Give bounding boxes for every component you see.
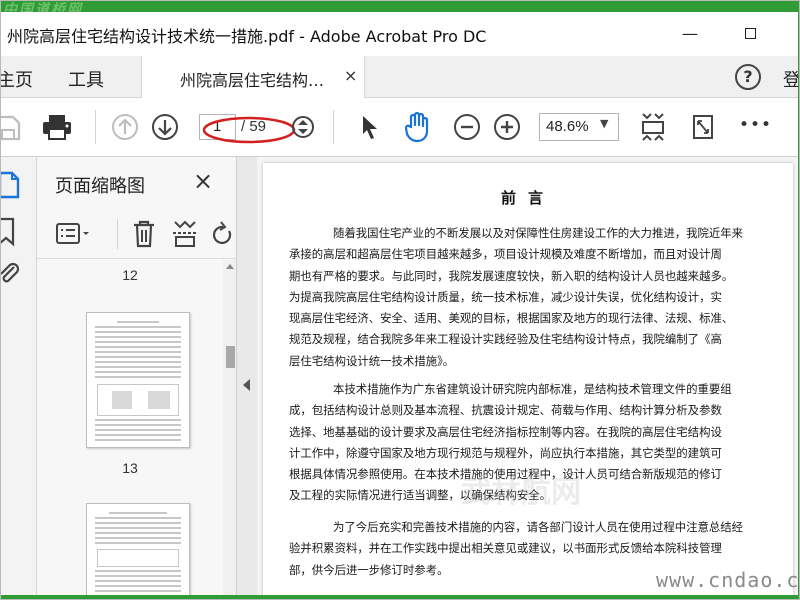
thumbnail-page[interactable] [86,312,190,448]
tab-bar: 主页 工具 州院高层住宅结构… × ? 登录 [1,56,799,98]
save-icon[interactable] [0,113,21,141]
watermark-center: 武林航网 [461,475,581,510]
toolbar-separator [333,110,334,144]
text-line: 为提高我院高层住宅结构设计质量，统一技术标准，减少设计失误，优化结构设计，实 [289,289,722,304]
select-tool-icon[interactable] [357,113,383,141]
minimize-button[interactable]: — [675,24,705,44]
document-heading: 前言 [500,189,555,207]
page-thumbnails-panel: 页面缩略图 × 12 13 [37,157,237,599]
panel-splitter[interactable] [237,157,257,599]
text-line: 为了今后充实和完善技术措施的内容，请各部门设计人员在使用过程中注意总结经 [333,520,744,534]
close-panel-button[interactable]: × [193,167,213,195]
chevron-down-icon: ▼ [600,117,609,130]
bookmark-icon[interactable] [0,217,19,247]
left-navigation-rail [0,157,37,599]
window-title: 州院高层住宅结构设计技术统一措施.pdf - Adobe Acrobat Pro… [7,27,487,46]
tab-home[interactable]: 主页 [1,66,33,92]
text-line: 计工作中，除遵守国家及地方现行规范与规程外，尚应执行本措施，其它类型的建筑可 [289,445,722,460]
toolbar-separator [117,219,118,249]
help-button[interactable]: ? [735,64,761,90]
text-line: 验并积累资料，并在工作实践中提出相关意见或建议，以书面形式反馈给本院科技管理 [289,541,722,556]
main-toolbar: 1 / 59 48.6% ▼ ••• [0,98,799,157]
scrollbar-thumb[interactable] [226,346,235,368]
zoom-level-select[interactable]: 48.6% ▼ [539,113,619,141]
options-menu-icon[interactable] [55,221,95,247]
tab-document[interactable]: 州院高层住宅结构… × [141,56,365,98]
document-view[interactable]: 前言 随着我国住宅产业的不断发展以及对保障性住房建设工作的大力推进，我院近年来 … [257,157,799,599]
split-pages-icon[interactable] [171,219,199,249]
thumbnail-page[interactable] [86,503,190,599]
thumbnail-page-number: 12 [122,267,138,283]
tab-tools[interactable]: 工具 [68,66,104,92]
maximize-button[interactable] [735,24,765,44]
toolbar-separator [95,110,96,144]
thumbnail-list: 12 13 [37,260,223,599]
delete-page-icon[interactable] [131,219,157,249]
maximize-icon [744,28,756,39]
next-page-icon[interactable] [151,113,179,141]
page-spinner-icon[interactable] [291,113,315,141]
watermark-bottom-right: www.cndao.com [656,568,800,592]
text-line: 选择、地基基础的设计要求及高层住宅经济指标控制等内容。在我院的高层住宅结构设 [289,424,722,439]
rotate-page-icon[interactable] [211,219,237,249]
thumbnail-page-number: 13 [122,460,138,476]
text-line: 成，包括结构设计总则及基本流程、抗震设计规定、荷载与作用、结构计算分析及参数 [289,403,722,418]
text-line: 本技术措施作为广东省建筑设计研究院内部标准，是结构技术管理文件的重要组 [333,382,732,396]
close-tab-button[interactable]: × [344,66,357,85]
paragraph-1: 随着我国住宅产业的不断发展以及对保障性住房建设工作的大力推进，我院近年来 承接的… [289,223,769,372]
page-thumbnails-icon[interactable] [0,171,21,199]
text-line: 期也有严格的要求。与此同时，我院发展速度较快，新入职的结构设计人员也越来越多。 [289,268,734,283]
text-line: 规范及规程，结合我院多年来工程设计实践经验及住宅结构设计特点，我院编制了《高 [289,332,722,347]
zoom-out-icon[interactable] [453,113,481,141]
title-bar: 州院高层住宅结构设计技术统一措施.pdf - Adobe Acrobat Pro… [1,12,799,56]
top-green-border [1,1,799,12]
collapse-panel-icon[interactable] [243,379,250,391]
text-line: 随着我国住宅产业的不断发展以及对保障性住房建设工作的大力推进，我院近年来 [333,226,744,240]
document-page: 前言 随着我国住宅产业的不断发展以及对保障性住房建设工作的大力推进，我院近年来 … [263,163,793,599]
print-icon[interactable] [41,113,73,141]
zoom-in-icon[interactable] [493,113,521,141]
panel-title: 页面缩略图 [55,176,145,197]
attachment-icon[interactable] [0,261,21,289]
thumbnail-scrollbar[interactable] [223,260,236,599]
acrobat-window: 中国道桥网 州院高层住宅结构设计技术统一措施.pdf - Adobe Acrob… [0,0,800,600]
text-line: 现高层住宅经济、安全、适用、美观的目标，根据国家及地方的现行法律、法规、标准、 [289,311,734,326]
text-line: 层住宅结构设计统一技术措施》。 [289,353,455,368]
zoom-level-value: 48.6% [546,118,589,135]
document-tab-label: 州院高层住宅结构… [180,71,325,90]
more-tools-button[interactable]: ••• [739,115,772,135]
thumbnail-toolbar [37,209,237,259]
hand-tool-icon[interactable] [401,110,435,144]
bottom-green-border [1,595,799,599]
full-screen-icon[interactable] [689,113,717,141]
red-annotation-ellipse [202,116,296,144]
scroll-up-icon[interactable] [226,264,234,269]
text-line: 承接的高层和超高层住宅项目越来越多，项目设计规模及难度不断增加，而且对设计周 [289,247,722,262]
fit-page-icon[interactable] [639,110,667,144]
previous-page-icon[interactable] [111,113,139,141]
